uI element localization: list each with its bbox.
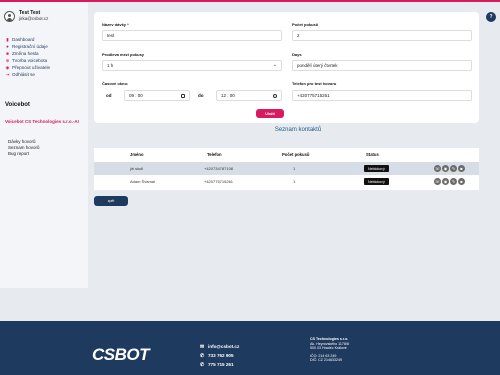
lock-icon: ■ (6, 51, 9, 56)
phone-icon: ✆ (200, 352, 205, 359)
contact-name: Adam Švamal (130, 179, 155, 184)
phone-icon: ✆ (200, 361, 205, 368)
section-title: Voicebot (5, 102, 30, 108)
to-time-input[interactable]: 12 : 00 (216, 90, 282, 101)
sidebar: Test Test jirka@csbot.cz ▮ Dashboard ● Reg… (0, 2, 88, 288)
footer-contact: ✉ info@csbot.cz ✆ 733 762 905 ✆ 775 715 261 (200, 342, 239, 369)
batch-name-label: Název dávky * (102, 22, 129, 27)
column-header-name[interactable]: Jméno (130, 152, 144, 157)
days-select[interactable]: pondělí úterý čtvrtek (292, 60, 472, 71)
footer-phone1: 733 762 905 (208, 353, 234, 358)
sidebar-item-create-voicebot[interactable]: ⊕ Tvorba voicebota (5, 57, 50, 64)
footer-company-name: CS Technologies s.r.o. (310, 337, 349, 341)
contact-attempts: 1 (293, 166, 296, 171)
edit-icon[interactable]: ✎ (450, 165, 457, 172)
to-time-value: 12 : 00 (221, 93, 235, 98)
status-badge: Neblokový (364, 165, 389, 172)
plus-circle-icon: ⊕ (5, 57, 10, 63)
sidebar-item-dashboard[interactable]: ▮ Dashboard (5, 36, 50, 43)
column-header-phone[interactable]: Telefon (207, 152, 222, 157)
days-label: Days (292, 52, 302, 57)
attempts-input[interactable]: 2 (292, 30, 472, 41)
delete-icon[interactable]: ■ (458, 165, 465, 172)
save-button[interactable]: Uložit (256, 109, 284, 118)
back-button[interactable]: zpět (94, 196, 128, 206)
to-label: do (198, 93, 204, 98)
sidebar-item-registration[interactable]: ● Registrační údaje (5, 43, 50, 50)
sidebar-item-logout[interactable]: ⇥ Odhlásit se (5, 71, 50, 78)
view-icon[interactable]: ◉ (442, 178, 449, 185)
sidebar-item-password[interactable]: ■ Změna hesla (5, 50, 50, 57)
footer-email-line[interactable]: ✉ info@csbot.cz (200, 342, 239, 351)
sidebar-item-label: Přepnout uživatele (12, 65, 51, 70)
row-actions: ☏ ◉ ✎ ■ (434, 178, 465, 185)
time-window-label: Časové okno: (102, 81, 129, 86)
user-email: jirka@csbot.cz (19, 16, 49, 21)
batch-name-input[interactable]: test (102, 30, 282, 41)
from-time-input[interactable]: 09 : 00 (124, 90, 190, 101)
csbot-logo[interactable]: CSBOT (92, 345, 150, 365)
batch-form-card: Název dávky * test Počet pokusů 2 Prodle… (94, 12, 479, 123)
view-icon[interactable]: ◉ (442, 165, 449, 172)
column-header-status[interactable]: Status (366, 152, 379, 157)
sidebar-menu: ▮ Dashboard ● Registrační údaje ■ Změna hes… (5, 36, 51, 78)
person-icon: ● (6, 44, 9, 49)
test-phone-label: Telefon pro test hovoru (292, 81, 337, 86)
contact-phone: +420734787108 (204, 166, 234, 171)
sidebar-item-label: Dashboard (12, 37, 35, 42)
status-badge: Neblokový (364, 178, 389, 185)
interval-label: Prodleva mezi pokusy (102, 52, 145, 57)
table-row[interactable]: Adam Švamal +420775715261 1 Neblokový ☏ … (94, 175, 479, 188)
contact-attempts: 1 (293, 179, 296, 184)
mail-icon: ✉ (200, 343, 205, 350)
from-label: od (106, 93, 112, 98)
test-phone-input[interactable]: +420775715261 (292, 90, 472, 101)
sidebar-item-switch-user[interactable]: ◉ Přepnout uživatele (5, 64, 51, 71)
contact-name: jiri skoll (130, 166, 144, 171)
footer-phone-line[interactable]: ✆ 733 762 905 (200, 351, 239, 360)
table-header: Jméno Telefon Počet pokusů Status (94, 148, 479, 162)
contact-phone: +420775715261 (204, 179, 234, 184)
sidebar-item-label: Registrační údaje (12, 44, 48, 49)
table-row[interactable]: jiri skoll +420734787108 1 Neblokový ☏ ◉… (94, 162, 479, 175)
avatar (4, 10, 15, 22)
call-icon[interactable]: ☏ (434, 178, 441, 185)
footer-phone2: 775 715 261 (208, 362, 234, 367)
contacts-table: Jméno Telefon Počet pokusů Status jiri s… (94, 148, 479, 190)
row-actions: ☏ ◉ ✎ ■ (434, 165, 465, 172)
footer-address: CS Technologies s.r.o. Ak. Heyrovského 1… (310, 337, 349, 363)
edit-icon[interactable]: ✎ (450, 178, 457, 185)
footer-email: info@csbot.cz (208, 344, 240, 349)
submenu-item-bug-report[interactable]: Bug report (8, 151, 40, 157)
user-profile[interactable]: Test Test jirka@csbot.cz (4, 10, 48, 22)
sidebar-item-label: Odhlásit se (12, 72, 35, 77)
dashboard-icon: ▮ (6, 36, 9, 42)
delete-icon[interactable]: ■ (458, 178, 465, 185)
attempts-label: Počet pokusů (292, 22, 319, 27)
column-header-attempts[interactable]: Počet pokusů (282, 152, 309, 157)
footer: CSBOT ✉ info@csbot.cz ✆ 733 762 905 ✆ 775 7… (0, 321, 500, 375)
company-link[interactable]: Voicebot CS Technologies s.r.o.-AI (5, 119, 85, 125)
sidebar-item-label: Tvorba voicebota (12, 58, 48, 63)
contact-list-title: Seznam kontaktů (274, 127, 322, 133)
footer-dic: DIČ: CZ 214633249 (310, 358, 342, 363)
switch-user-icon: ◉ (5, 64, 10, 70)
from-time-value: 09 : 00 (129, 93, 143, 98)
sidebar-item-label: Změna hesla (12, 51, 39, 56)
interval-select[interactable]: 1 h (102, 60, 282, 71)
logout-icon: ⇥ (5, 71, 10, 77)
voicebot-submenu: Dávky hovorů Seznam hovorů Bug report (8, 139, 40, 157)
footer-city: 500 03 Hradec Králové (310, 346, 347, 351)
clock-icon (273, 94, 277, 98)
calendar-icon (181, 94, 185, 98)
help-button[interactable]: ? (486, 12, 496, 22)
call-icon[interactable]: ☏ (434, 165, 441, 172)
footer-phone-line[interactable]: ✆ 775 715 261 (200, 360, 239, 369)
